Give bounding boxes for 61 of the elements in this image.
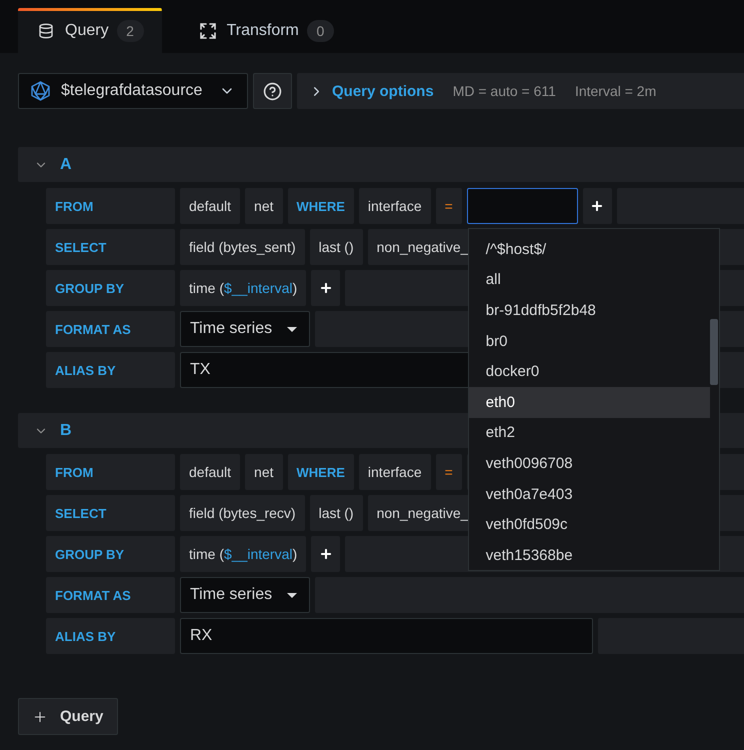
dropdown-option[interactable]: all	[468, 264, 710, 296]
polyhedron-icon	[31, 81, 50, 101]
datasource-picker[interactable]: $telegrafdatasource	[18, 73, 248, 109]
segment-button[interactable]: last ()	[310, 229, 363, 265]
segment-button[interactable]: net	[245, 454, 283, 490]
query-option-info: MD = auto = 611	[452, 83, 556, 99]
operator-button[interactable]: =	[436, 188, 462, 224]
dropdown-option[interactable]: eth2	[468, 418, 710, 448]
segment-button[interactable]: field (bytes_sent)	[180, 229, 305, 265]
clause-label: SELECT	[46, 495, 175, 531]
operator-button[interactable]: =	[436, 454, 462, 490]
dropdown-option[interactable]: br-91ddfb5f2b48	[468, 295, 710, 326]
clause-label: FORMAT AS	[46, 311, 175, 347]
clause-label: FORMAT AS	[46, 577, 175, 613]
keyword-label: WHERE	[288, 454, 354, 490]
count-badge: 2	[116, 20, 144, 42]
segment-button[interactable]: interface	[358, 454, 431, 490]
caret-icon	[287, 326, 297, 332]
segment-button[interactable]: net	[245, 188, 283, 224]
help-icon	[263, 82, 282, 100]
dropdown-option[interactable]: eth0	[468, 386, 710, 418]
segment-button[interactable]: time ($__interval)	[180, 536, 306, 572]
query-options-toggle[interactable]: Query options	[309, 82, 434, 100]
dropdown-option[interactable]: veth0096708	[468, 448, 710, 479]
clause-label: GROUP BY	[46, 536, 175, 572]
add-button[interactable]	[311, 536, 340, 572]
caret-icon	[287, 592, 297, 598]
tag-value-input[interactable]	[466, 188, 578, 224]
segment-button[interactable]: last ()	[310, 495, 363, 531]
query-option-info: Interval = 2m	[574, 83, 656, 99]
segment-button[interactable]: interface	[358, 188, 431, 224]
clause-label: FROM	[46, 188, 175, 224]
dropdown-option[interactable]: veth15368be	[468, 540, 710, 570]
plus-icon	[590, 199, 604, 213]
clause-label: FROM	[46, 454, 175, 490]
segment-button[interactable]: default	[180, 454, 240, 490]
clause-label: GROUP BY	[46, 270, 175, 306]
help-button[interactable]	[253, 73, 292, 109]
keyword-label: WHERE	[288, 188, 354, 224]
alias-input[interactable]: RX	[180, 618, 593, 654]
plus-icon	[318, 281, 333, 295]
scrollbar-thumb[interactable]	[710, 319, 718, 385]
segment-button[interactable]: field (bytes_recv)	[180, 495, 305, 531]
segment-button[interactable]: default	[180, 188, 240, 224]
database-icon	[38, 22, 54, 38]
plus-icon	[318, 547, 333, 561]
clause-label: ALIAS BY	[46, 352, 175, 388]
query-letter: B	[60, 422, 72, 440]
expand-arrows-icon	[200, 22, 216, 38]
clause-label: SELECT	[46, 229, 175, 265]
add-button[interactable]	[311, 270, 340, 306]
query-letter: A	[60, 156, 72, 174]
format-select[interactable]: Time series	[180, 577, 310, 613]
clause-label: ALIAS BY	[46, 618, 175, 654]
editor-tab[interactable]: Transform 0	[180, 8, 352, 53]
editor-tab[interactable]: Query 2	[18, 8, 162, 53]
add-button[interactable]	[582, 188, 612, 224]
segment-button[interactable]: time ($__interval)	[180, 270, 306, 306]
add-query-button[interactable]: Query	[18, 698, 118, 735]
count-badge: 0	[306, 20, 334, 42]
format-select[interactable]: Time series	[180, 311, 310, 347]
